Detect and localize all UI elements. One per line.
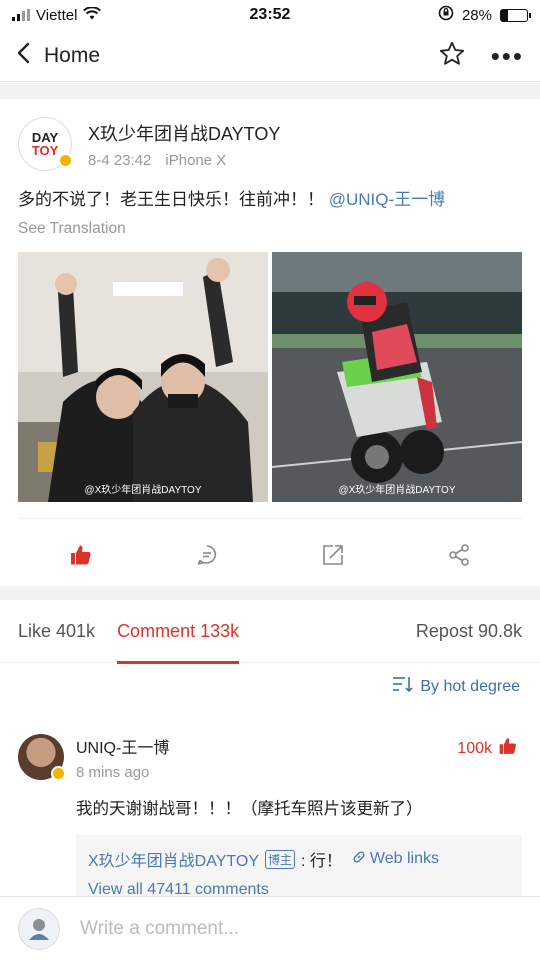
comment-like-button[interactable]: 100k [457, 736, 518, 761]
verified-badge-icon [58, 153, 73, 168]
post-text-body: 多的不说了！老王生日快乐！往前冲！！ [18, 190, 324, 209]
section-divider [0, 586, 540, 600]
section-divider [0, 83, 540, 99]
photo-watermark-2: @X玖少年团肖战DAYTOY [338, 485, 456, 496]
post-action-bar [18, 518, 522, 596]
favorite-star-icon[interactable] [439, 41, 465, 71]
orientation-lock-icon [438, 5, 454, 25]
post-date: 8-4 23:42 [88, 151, 152, 169]
sort-selector[interactable]: By hot degree [392, 676, 520, 697]
battery-percent: 28% [461, 6, 492, 24]
chevron-left-icon [16, 42, 30, 70]
sort-label: By hot degree [420, 677, 520, 695]
photo-watermark-1: @X玖少年团肖战DAYTOY [84, 485, 202, 496]
post-photo-2[interactable]: @X玖少年团肖战DAYTOY [272, 252, 522, 502]
reply-text: : 行！ [301, 853, 342, 870]
back-label: Home [44, 43, 101, 67]
tab-like[interactable]: Like 401k [18, 600, 95, 663]
comment-text: 我的天谢谢战哥！！！（摩托车照片该更新了） [76, 800, 423, 818]
post-card: DAY TOY X玖少年团肖战DAYTOY 8-4 23:42 iPhone X… [0, 99, 540, 596]
see-translation-link[interactable]: See Translation [0, 210, 540, 238]
logo-text-bottom: TOY [31, 143, 59, 158]
comment-like-count: 100k [457, 739, 492, 757]
mention-link[interactable]: @UNIQ-王一博 [329, 190, 445, 209]
nav-bar: Home ••• [0, 30, 540, 82]
cellular-signal-icon [12, 9, 30, 21]
more-options-button[interactable]: ••• [491, 43, 524, 69]
clock: 23:52 [249, 6, 291, 23]
comment-input[interactable] [80, 917, 500, 940]
reply-preview[interactable]: X玖少年团肖战DAYTOY 博主 : 行！ Web links View all… [76, 835, 522, 903]
repost-icon[interactable] [321, 543, 345, 572]
like-thumb-icon[interactable] [69, 543, 93, 572]
my-avatar[interactable] [18, 907, 60, 950]
post-text: 多的不说了！老王生日快乐！往前冲！！ @UNIQ-王一博 [0, 171, 540, 210]
comment-input-bar [0, 896, 540, 960]
tab-comment[interactable]: Comment 133k [117, 600, 240, 664]
wifi-icon [83, 5, 102, 24]
sort-icon [392, 676, 414, 697]
comment-bubble-icon[interactable] [195, 543, 219, 572]
share-icon[interactable] [447, 543, 471, 572]
engagement-tabs: Like 401k Comment 133k Repost 90.8k [0, 600, 540, 664]
carrier-name: Viettel [36, 6, 78, 24]
tab-repost[interactable]: Repost 90.8k [416, 600, 522, 663]
web-link[interactable]: Web links [370, 850, 439, 868]
post-device: iPhone X [165, 151, 227, 169]
comment-item: 100k UNIQ-王一博 8 mins ago 我的天谢谢战哥！！！（摩托车照… [18, 734, 522, 903]
commenter-name[interactable]: UNIQ-王一博 [76, 734, 522, 758]
status-bar: Viettel 23:52 28% [0, 0, 540, 30]
like-thumb-icon [498, 736, 518, 761]
comment-time: 8 mins ago [76, 764, 150, 781]
reply-author[interactable]: X玖少年团肖战DAYTOY [88, 847, 259, 871]
author-avatar[interactable]: DAY TOY [18, 117, 73, 171]
link-icon [352, 850, 366, 869]
back-button[interactable]: Home [16, 42, 100, 70]
battery-icon [500, 8, 531, 22]
commenter-avatar[interactable] [18, 734, 66, 781]
host-badge: 博主 [265, 849, 296, 869]
author-name[interactable]: X玖少年团肖战DAYTOY [88, 120, 280, 146]
post-photo-1[interactable]: @X玖少年团肖战DAYTOY [18, 252, 268, 502]
verified-badge-icon [51, 766, 66, 781]
